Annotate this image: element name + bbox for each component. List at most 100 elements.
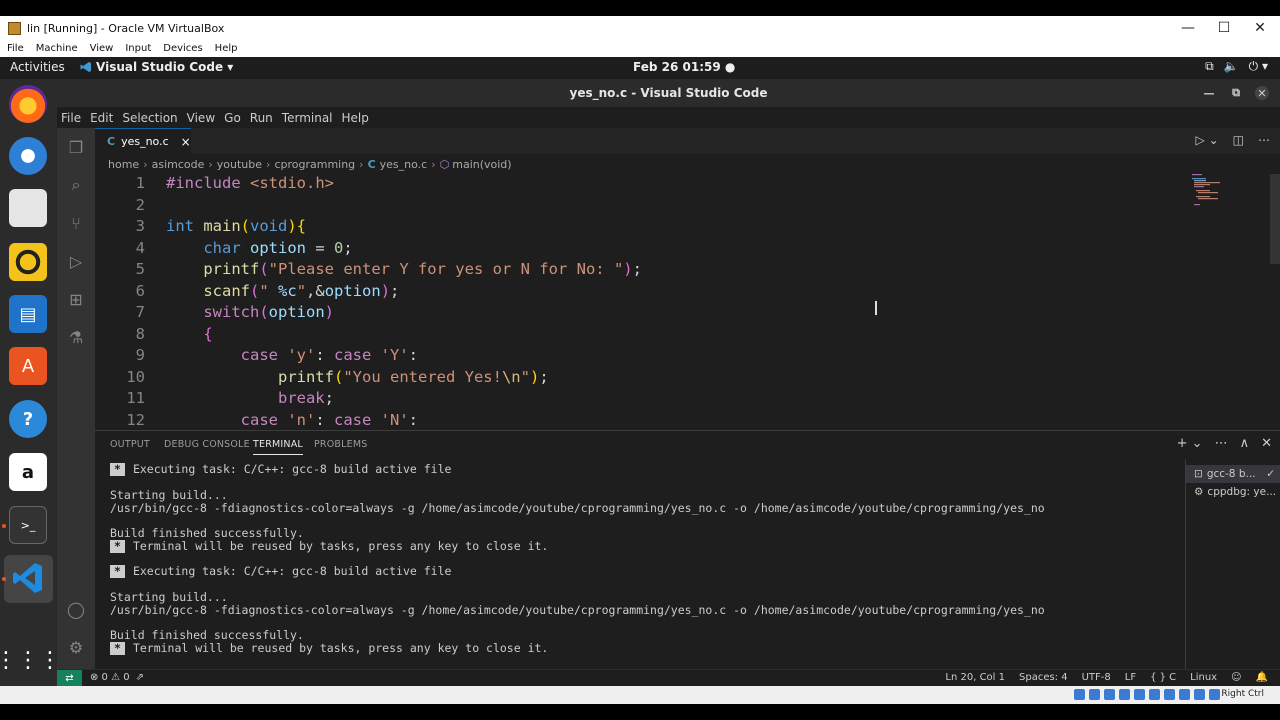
terminal-list: ⊡ gcc-8 b... ✓ ⚙ cppdbg: ye... bbox=[1185, 459, 1280, 670]
minimize-icon[interactable]: — bbox=[1202, 86, 1216, 100]
crumb-asimcode[interactable]: asimcode bbox=[152, 158, 205, 171]
close-panel-icon[interactable]: ✕ bbox=[1261, 436, 1272, 451]
extensions-icon[interactable]: ⊞ bbox=[65, 288, 87, 310]
terminal-line: * Executing task: C/C++: gcc-8 build acti… bbox=[110, 565, 451, 578]
explorer-icon[interactable]: ❐ bbox=[65, 136, 87, 158]
notifications-icon[interactable]: 🔔 bbox=[1256, 672, 1268, 683]
libreoffice-writer-icon[interactable]: ▤ bbox=[9, 295, 47, 333]
run-debug-icon[interactable]: ▷ bbox=[65, 250, 87, 272]
manage-gear-icon[interactable]: ⚙ bbox=[65, 636, 87, 658]
encoding[interactable]: UTF-8 bbox=[1082, 672, 1111, 683]
chevron-right-icon: › bbox=[143, 157, 148, 171]
platform[interactable]: Linux bbox=[1190, 672, 1217, 683]
menu-view[interactable]: View bbox=[187, 111, 215, 125]
code-line: 9 case 'y': case 'Y': bbox=[135, 346, 419, 364]
code-editor[interactable]: 1 #include <stdio.h> 2 3 int main(void){ 4… bbox=[95, 174, 1280, 430]
maximize-icon[interactable]: ☐ bbox=[1206, 16, 1242, 40]
minimap[interactable] bbox=[1190, 172, 1240, 212]
end-of-line[interactable]: LF bbox=[1125, 672, 1136, 683]
activities-button[interactable]: Activities bbox=[10, 60, 65, 74]
mouse-cursor bbox=[875, 301, 877, 315]
rhythmbox-icon[interactable] bbox=[9, 243, 47, 281]
clock[interactable]: Feb 26 01:59 ● bbox=[633, 60, 735, 74]
tab-debug-console[interactable]: DEBUG CONSOLE bbox=[164, 439, 250, 450]
tab-yes-no-c[interactable]: C yes_no.c × bbox=[95, 128, 191, 154]
crumb-file[interactable]: yes_no.c bbox=[380, 158, 428, 171]
audio-icon bbox=[1104, 689, 1115, 700]
shared-folders-icon bbox=[1149, 689, 1160, 700]
new-terminal-icon[interactable]: + ⌄ bbox=[1177, 436, 1203, 451]
language-mode[interactable]: { } C bbox=[1150, 672, 1176, 683]
crumb-home[interactable]: home bbox=[108, 158, 139, 171]
vb-menu-devices[interactable]: Devices bbox=[163, 43, 202, 54]
mouse-integration-icon bbox=[1209, 689, 1220, 700]
app-menu[interactable]: Visual Studio Code ▾ bbox=[80, 60, 233, 74]
restore-icon[interactable]: ⧉ bbox=[1229, 86, 1243, 100]
terminal-list-item[interactable]: ⚙ cppdbg: ye... bbox=[1186, 483, 1280, 501]
menu-run[interactable]: Run bbox=[250, 111, 273, 125]
crumb-symbol[interactable]: main(void) bbox=[452, 158, 511, 171]
tab-close-icon[interactable]: × bbox=[181, 135, 191, 149]
run-icon[interactable]: ▷ ⌄ bbox=[1196, 133, 1219, 147]
thunderbird-icon[interactable] bbox=[9, 137, 47, 175]
more-actions-icon[interactable]: ⋯ bbox=[1258, 133, 1270, 147]
terminal-icon[interactable]: >_ bbox=[9, 506, 47, 544]
terminal-output[interactable]: * Executing task: C/C++: gcc-8 build acti… bbox=[110, 463, 1180, 668]
crumb-cprogramming[interactable]: cprogramming bbox=[274, 158, 355, 171]
tab-problems[interactable]: PROBLEMS bbox=[314, 439, 367, 450]
chevron-right-icon: › bbox=[359, 157, 364, 171]
menu-selection[interactable]: Selection bbox=[122, 111, 177, 125]
virtualbox-icon bbox=[8, 21, 21, 35]
problems-count[interactable]: ⊗ 0 ⚠ 0 bbox=[90, 672, 130, 683]
usb-icon bbox=[1134, 689, 1145, 700]
more-actions-icon[interactable]: ⋯ bbox=[1215, 436, 1228, 451]
testing-icon[interactable]: ⚗ bbox=[65, 326, 87, 348]
search-icon[interactable]: ⌕ bbox=[65, 174, 87, 196]
ubuntu-software-icon[interactable]: A bbox=[9, 347, 47, 385]
vb-menu-machine[interactable]: Machine bbox=[36, 43, 78, 54]
task-marker: * bbox=[110, 642, 125, 655]
indentation[interactable]: Spaces: 4 bbox=[1019, 672, 1068, 683]
amazon-icon[interactable]: a bbox=[9, 453, 47, 491]
accounts-icon[interactable]: ◯ bbox=[65, 598, 87, 620]
vb-menu-input[interactable]: Input bbox=[125, 43, 151, 54]
minimize-icon[interactable]: — bbox=[1170, 16, 1206, 40]
remote-indicator-icon[interactable]: ⇄ bbox=[57, 670, 82, 687]
vb-menu-help[interactable]: Help bbox=[215, 43, 238, 54]
split-editor-icon[interactable]: ◫ bbox=[1233, 133, 1244, 147]
terminal-list-item[interactable]: ⊡ gcc-8 b... ✓ bbox=[1186, 465, 1280, 483]
cursor-position[interactable]: Ln 20, Col 1 bbox=[945, 672, 1005, 683]
crumb-youtube[interactable]: youtube bbox=[217, 158, 262, 171]
menu-file[interactable]: File bbox=[61, 111, 81, 125]
vb-menu-view[interactable]: View bbox=[90, 43, 114, 54]
editor-scrollbar[interactable] bbox=[1270, 174, 1280, 264]
status-right: Ln 20, Col 1 Spaces: 4 UTF-8 LF { } C Li… bbox=[945, 672, 1268, 683]
menu-go[interactable]: Go bbox=[224, 111, 241, 125]
live-share-icon[interactable]: ⇗ bbox=[136, 672, 144, 683]
dock: ▤ A ? a >_ ⋮⋮⋮ bbox=[0, 79, 61, 686]
tab-output[interactable]: OUTPUT bbox=[110, 439, 150, 450]
close-icon[interactable]: ✕ bbox=[1255, 86, 1269, 100]
volume-icon: 🔈 bbox=[1223, 59, 1239, 73]
vscode-icon[interactable] bbox=[9, 559, 47, 597]
system-tray[interactable]: ⧉ 🔈 ⏻ ▾ bbox=[1205, 59, 1268, 74]
terminal-line: * Executing task: C/C++: gcc-8 build acti… bbox=[110, 463, 451, 476]
show-applications-icon[interactable]: ⋮⋮⋮ bbox=[0, 641, 61, 679]
firefox-icon[interactable] bbox=[9, 85, 47, 123]
menu-edit[interactable]: Edit bbox=[90, 111, 113, 125]
code-line: 4 char option = 0; bbox=[135, 238, 353, 257]
menu-help[interactable]: Help bbox=[342, 111, 369, 125]
source-control-icon[interactable]: ⑂ bbox=[65, 212, 87, 234]
terminal-line: /usr/bin/gcc-8 -fdiagnostics-color=alway… bbox=[110, 603, 1045, 617]
close-icon[interactable]: ✕ bbox=[1242, 16, 1278, 40]
feedback-icon[interactable]: ☺ bbox=[1231, 672, 1241, 683]
menu-terminal[interactable]: Terminal bbox=[282, 111, 333, 125]
tab-terminal[interactable]: TERMINAL bbox=[253, 439, 303, 455]
maximize-panel-icon[interactable]: ∧ bbox=[1240, 436, 1250, 451]
help-icon[interactable]: ? bbox=[9, 400, 47, 438]
vm-device-icons[interactable] bbox=[1074, 689, 1220, 700]
files-icon[interactable] bbox=[9, 189, 47, 227]
code-line: 5 printf("Please enter Y for yes or N fo… bbox=[135, 260, 642, 278]
vb-menu-file[interactable]: File bbox=[7, 43, 24, 54]
running-indicator-vscode bbox=[2, 577, 6, 581]
